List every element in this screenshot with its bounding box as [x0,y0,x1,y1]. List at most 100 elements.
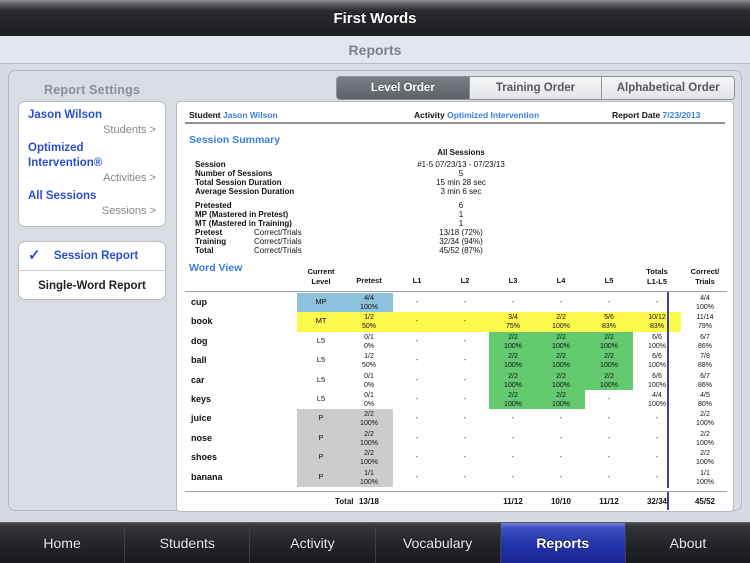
settings-info-navlink[interactable]: Activities > [28,171,156,185]
cell-count: 2/2 [556,353,566,361]
word-view-cell-level: P [318,452,324,462]
session-summary-value: 45/52 (87%) [439,246,483,255]
cell-count: 2/2 [508,391,518,399]
word-view-cell-l1: - [415,297,419,306]
cell-count: 6/7 [700,333,710,341]
word-view-cell-l5: - [607,413,611,423]
session-summary-value: 1 [458,210,464,219]
word-view-cell-l2: - [463,316,467,326]
word-view-cell-l3: 3/4 75% [489,313,537,331]
tab-home[interactable]: Home [0,523,126,563]
word-view-cell-totals: 6/6 100% [633,333,681,351]
word-view-cell-l5: - [607,452,611,462]
word-view-cell-pretest: 2/2 100% [345,410,393,428]
tab-students[interactable]: Students [125,523,251,563]
word-view-cell-pretest: 0/1 0% [345,391,393,409]
word-view-cell-l2: - [463,432,467,442]
word-view-cell-pretest: 2/2 100% [345,430,393,448]
cell-count: 2/2 [364,430,374,438]
word-view-column-header-l5: L5 [604,276,614,285]
word-view-cell-totals: - [655,432,659,442]
settings-info-block[interactable]: All Sessions Sessions > [28,189,156,218]
word-view-cell-level: P [318,413,324,423]
settings-info-title: Jason Wilson [28,109,103,121]
word-label: keys [191,393,212,404]
app-title: First Words [333,9,417,27]
word-view-column-header-l3: L3 [508,276,518,285]
order-tab-alphabetical-order[interactable]: Alphabetical Order [602,77,734,99]
table-row: car L5 0/1 0% - -2/2 100% 2/2 100% 2/2 100% 6/6 100%… [185,370,727,389]
word-view-column-header-correct: Correct/Trials [690,267,720,286]
cell-count: 2/2 [556,333,566,341]
word-label: juice [191,413,212,424]
page-title: Reports [348,41,402,58]
word-view-cell-pretest: 1/2 50% [345,352,393,370]
tab-reports[interactable]: Reports [500,523,626,563]
settings-info-block[interactable]: Jason Wilson Students > [28,108,156,137]
report-meta-value: 7/23/2013 [662,110,701,120]
order-segmented-control[interactable]: Level Order Training Order Alphabetical Or… [336,76,735,100]
word-view-cell-l2: - [463,393,467,403]
word-view-column-header-l4: L4 [556,276,566,285]
word-view-table: Current Level Pretest L1 L2 L3 L4 L5 Totals L1-L5… [185,265,729,510]
cell-count: 6/6 [652,353,662,361]
cell-count: 2/2 [700,450,710,458]
tab-activity[interactable]: Activity [250,523,376,563]
report-settings-card: Jason Wilson Students > Optimized Interven… [18,101,166,227]
word-view-cell-level: L5 [316,355,326,365]
word-view-cell-correct: 11/14 79% [681,313,729,331]
word-view-cell-level: L5 [316,393,326,403]
report-type-option-single-word-report[interactable]: Single-Word Report [19,271,165,300]
report-type-option-session-report[interactable]: ✓ Session Report [19,242,165,271]
cell-count: 4/4 [652,391,662,399]
word-view-cell-l1: - [415,413,419,423]
word-view-cell-l4: - [559,452,563,462]
session-summary-label: Training [195,237,227,246]
word-view-cell-l5: - [607,432,611,442]
word-view-rows: cup MP 4/4 100% - - - - - -4/4 100% book MT 1/2 50% - -3… [185,292,729,510]
word-view-column-header-totals: Totals L1-L5 [646,267,668,286]
cell-count: 11/14 [696,314,714,322]
cell-count: 6/6 [652,372,662,380]
total-cell-pretest: 13/18 [358,497,380,506]
word-view-cell-l1: - [415,316,419,326]
word-label: cup [191,297,208,307]
word-label: book [191,316,213,327]
report-type-label: Single-Word Report [38,279,146,292]
word-view-cell-l1: - [415,335,419,345]
word-view-cell-level: P [318,432,324,442]
tab-about[interactable]: About [626,523,750,563]
order-tab-level-order[interactable]: Level Order [337,77,470,99]
settings-info-title: Optimized Intervention® [28,142,103,169]
order-tab-training-order[interactable]: Training Order [469,77,603,99]
session-summary-sublabel: Correct/Trials [254,228,302,237]
word-view-cell-l3: - [511,432,515,442]
total-cell-l5: 11/12 [599,497,619,506]
app-root: First Words Reports Report Settings Leve… [0,0,750,563]
cell-count: 2/2 [508,353,518,361]
table-row: nose P 2/2 100% - - - - - - 2/2 100% [185,428,727,447]
report-meta-item: Student Jason Wilson [189,110,278,120]
settings-info-block[interactable]: Optimized Intervention® Activities > [28,141,156,185]
session-summary-label: Pretested [195,201,232,210]
totals-divider-footer [667,492,669,510]
word-view-cell-l3: 2/2 100% [489,372,537,390]
bottom-tab-bar[interactable]: Home Students Activity Vocabulary Reports Abo… [0,522,750,563]
session-summary-value: 13/18 (72%) [439,228,483,237]
cell-count: 6/7 [700,372,710,380]
word-label: dog [191,335,208,346]
word-view-cell-correct: 6/7 86% [681,333,729,351]
word-view-cell-l5: 2/2 100% [585,372,633,390]
word-view-cell-pretest: 4/4 100% [345,294,393,312]
word-view-cell-l3: 2/2 100% [489,391,537,409]
cell-count: 2/2 [556,314,566,322]
session-summary-heading: Session Summary [189,134,281,146]
report-meta-item: Activity Optimized Intervention [414,110,539,120]
settings-info-title: All Sessions [28,190,97,202]
cell-count: 2/2 [364,411,374,419]
session-summary-column-header: All Sessions [437,148,485,157]
tab-vocabulary[interactable]: Vocabulary [376,523,501,563]
settings-info-navlink[interactable]: Sessions > [28,204,156,218]
word-view-cell-l4: 2/2 100% [537,391,585,409]
settings-info-navlink[interactable]: Students > [28,123,156,137]
